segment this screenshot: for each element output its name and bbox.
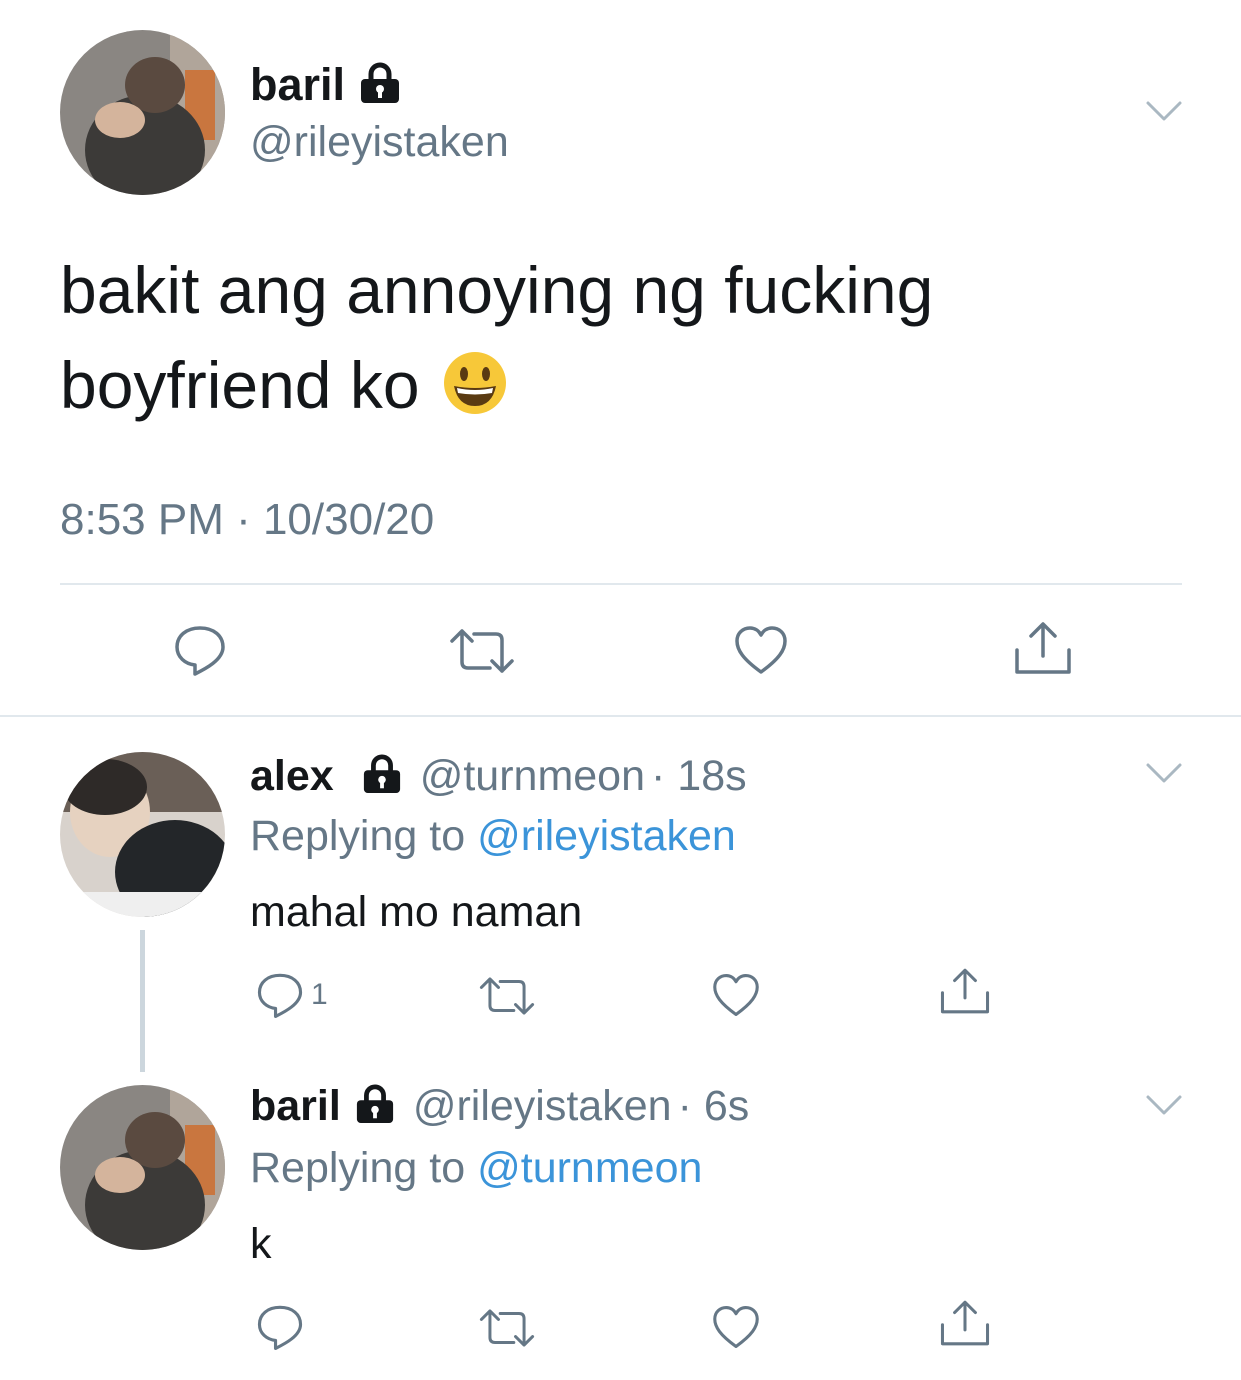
chevron-down-icon[interactable] bbox=[1145, 1092, 1183, 1120]
section-divider bbox=[0, 715, 1241, 717]
like-icon bbox=[713, 973, 759, 1017]
reply-count: 1 bbox=[311, 978, 328, 1011]
tweet-text-line-1: bakit ang annoying ng fucking bbox=[60, 253, 934, 327]
reply-button[interactable] bbox=[255, 1302, 305, 1352]
tweet-text-line-2: boyfriend ko bbox=[60, 348, 420, 422]
retweet-icon bbox=[479, 977, 535, 1015]
like-icon bbox=[735, 626, 787, 674]
lock-icon bbox=[357, 62, 403, 109]
share-button[interactable] bbox=[1013, 620, 1073, 676]
time-ago[interactable]: · 18s bbox=[651, 752, 747, 801]
display-name[interactable]: alex bbox=[250, 752, 334, 801]
like-button[interactable] bbox=[733, 624, 789, 676]
retweet-button[interactable] bbox=[478, 1308, 536, 1348]
display-name[interactable]: baril bbox=[250, 59, 345, 111]
reply-button[interactable] bbox=[172, 622, 228, 678]
retweet-icon bbox=[479, 1309, 535, 1347]
lock-icon bbox=[360, 753, 404, 799]
like-button[interactable] bbox=[711, 972, 761, 1018]
replying-to-label: Replying to bbox=[250, 1144, 466, 1192]
replying-to-handle[interactable]: @turnmeon bbox=[477, 1144, 702, 1192]
like-button[interactable] bbox=[711, 1304, 761, 1350]
reply-icon bbox=[175, 626, 225, 676]
like-icon bbox=[713, 1305, 759, 1349]
smiley-emoji bbox=[442, 350, 508, 421]
lock-icon bbox=[353, 1083, 397, 1129]
share-icon bbox=[940, 968, 990, 1014]
avatar-baril[interactable] bbox=[60, 30, 225, 195]
avatar-baril[interactable] bbox=[60, 1085, 225, 1250]
share-icon bbox=[1015, 622, 1071, 674]
retweet-button[interactable] bbox=[478, 976, 536, 1016]
chevron-down-icon[interactable] bbox=[1145, 98, 1183, 126]
timestamp[interactable]: 8:53 PM · 10/30/20 bbox=[60, 495, 434, 545]
handle[interactable]: @rileyistaken bbox=[250, 118, 509, 167]
retweet-button[interactable] bbox=[448, 628, 516, 674]
display-name[interactable]: baril bbox=[250, 1082, 341, 1131]
share-button[interactable] bbox=[939, 1298, 991, 1348]
replying-to-label: Replying to bbox=[250, 812, 466, 860]
handle[interactable]: @rileyistaken bbox=[413, 1082, 672, 1131]
avatar-alex[interactable] bbox=[60, 752, 225, 917]
share-button[interactable] bbox=[939, 966, 991, 1016]
share-icon bbox=[940, 1300, 990, 1346]
replying-to-handle[interactable]: @rileyistaken bbox=[477, 812, 736, 860]
handle[interactable]: @turnmeon bbox=[420, 752, 645, 801]
reply-text: mahal mo naman bbox=[250, 888, 583, 936]
reply-button[interactable]: 1 bbox=[255, 970, 328, 1020]
reply-icon bbox=[257, 1305, 303, 1350]
time-ago[interactable]: · 6s bbox=[678, 1082, 750, 1131]
thread-line bbox=[140, 930, 145, 1072]
divider bbox=[60, 583, 1182, 585]
chevron-down-icon[interactable] bbox=[1145, 760, 1183, 788]
retweet-icon bbox=[450, 629, 514, 673]
reply-text: k bbox=[250, 1220, 272, 1268]
reply-icon bbox=[257, 973, 303, 1018]
